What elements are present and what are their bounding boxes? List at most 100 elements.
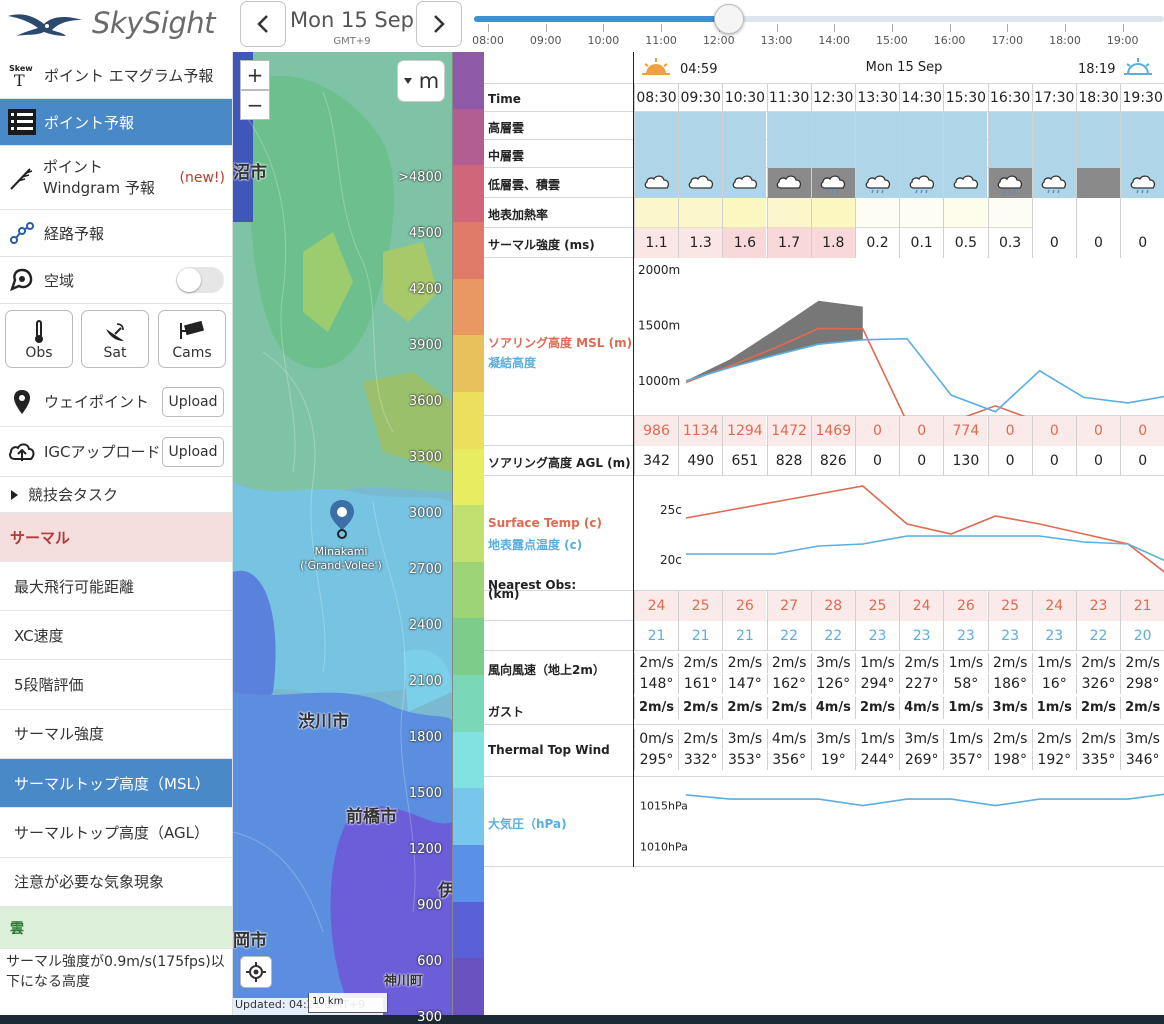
y-axis-label: 25c xyxy=(660,503,682,517)
soaring-msl-cell: 1294 xyxy=(722,416,767,446)
gust-cell: 2m/s xyxy=(722,697,766,719)
sidebar-item-windgram[interactable]: ポイント Windgram 予報 (new!) xyxy=(0,146,232,210)
timeline-tick-label[interactable]: 11:00 xyxy=(641,34,681,47)
heating-cell xyxy=(1031,198,1076,228)
timeline-tick-label[interactable]: 08:00 xyxy=(468,34,508,47)
soaring-msl-values-row: 986 1134 1294 1472 1469 0 0 774 0 0 0 0 xyxy=(484,416,1164,446)
wind-dir-cell: 148° xyxy=(634,674,678,694)
cloud-icon xyxy=(776,175,802,189)
thermal-item[interactable]: XC速度 xyxy=(0,611,232,661)
zoom-in-button[interactable]: + xyxy=(240,60,270,90)
zoom-out-button[interactable]: − xyxy=(240,90,270,120)
sidebar-item-emagram[interactable]: Skew T ポイント エマグラム予報 xyxy=(0,52,232,99)
legend-band xyxy=(453,221,484,280)
wind-dir-cell: 16° xyxy=(1031,674,1076,694)
wind-speed-cell: 2m/s xyxy=(766,653,811,673)
thermal-item[interactable]: サーマル強度 xyxy=(0,710,232,759)
tt-wind-speed-cell: 1m/s xyxy=(855,729,899,749)
gust-cell: 1m/s xyxy=(943,697,987,719)
legend-label: 2400 xyxy=(408,618,442,633)
cams-button[interactable]: Cams xyxy=(158,310,226,368)
timeline-tick-mark xyxy=(661,24,663,32)
soaring-agl-cell: 826 xyxy=(810,446,855,476)
table-divider xyxy=(633,52,634,867)
tt-wind-speed-cell: 2m/s xyxy=(678,729,722,749)
time-cell: 09:30 xyxy=(678,84,722,112)
thermal-strength-cell: 0 xyxy=(1120,228,1164,258)
timeline-tick-label[interactable]: 16:00 xyxy=(930,34,970,47)
igc-upload-button[interactable]: Upload xyxy=(162,436,224,467)
sidebar-item-task[interactable]: 競技会タスク xyxy=(0,477,232,513)
thermal-item[interactable]: サーマルトップ高度（MSL） xyxy=(0,759,232,809)
date-label[interactable]: Mon 15 Sep xyxy=(290,8,414,32)
timeline-tick-label[interactable]: 19:00 xyxy=(1103,34,1143,47)
sat-button[interactable]: Sat xyxy=(81,310,149,368)
unit-dropdown[interactable]: m xyxy=(397,60,445,102)
sidebar-item-route[interactable]: 経路予報 xyxy=(0,210,232,257)
location-marker-icon[interactable] xyxy=(328,498,356,540)
row-label: 大気圧（hPa) xyxy=(488,817,567,831)
next-day-button[interactable] xyxy=(416,1,462,47)
legend-label: 1800 xyxy=(408,730,442,745)
thermometer-icon xyxy=(35,320,43,343)
time-slider[interactable]: 08:00 09:00 10:00 11:00 12:00 13:00 14:00 15:00… xyxy=(466,0,1164,52)
timeline-tick-label[interactable]: 15:00 xyxy=(872,34,912,47)
mid-cloud-cell xyxy=(1076,140,1120,168)
gust-cell: 2m/s xyxy=(766,697,811,719)
y-axis-label: 20c xyxy=(660,553,682,567)
timeline-tick-label[interactable]: 09:00 xyxy=(526,34,566,47)
gust-cell: 4m/s xyxy=(810,697,855,719)
obs-temp-cell: 27 xyxy=(766,591,811,621)
gust-cell: 3m/s xyxy=(987,697,1032,719)
row-label: 低層雲、積雲 xyxy=(488,178,561,192)
timeline-tick-label[interactable]: 18:00 xyxy=(1045,34,1085,47)
thermal-item[interactable]: 5段階評価 xyxy=(0,661,232,710)
soaring-msl-cell: 0 xyxy=(855,416,899,446)
previous-day-button[interactable] xyxy=(240,1,286,47)
sidebar-item-waypoint[interactable]: ウェイポイント Upload xyxy=(0,377,232,427)
thermal-strength-row: サーマル強度 (ms) 1.1 1.3 1.6 1.7 1.8 0.2 0.1 0.5 0.3 0 0… xyxy=(484,228,1164,258)
tt-wind-dir-cell: 269° xyxy=(899,750,943,770)
timeline-tick-label[interactable]: 12:00 xyxy=(699,34,739,47)
obs-button[interactable]: Obs xyxy=(5,310,73,368)
timeline-tick-label[interactable]: 13:00 xyxy=(757,34,797,47)
heating-cell xyxy=(855,198,899,228)
thermal-item[interactable]: 最大飛行可能距離 xyxy=(0,562,232,611)
timeline-tick-label[interactable]: 17:00 xyxy=(987,34,1027,47)
mid-cloud-cell xyxy=(1120,140,1164,168)
y-axis-label: 1010hPa xyxy=(640,841,688,854)
waypoint-upload-button[interactable]: Upload xyxy=(162,386,224,417)
wind-speed-cell: 2m/s xyxy=(722,653,766,673)
section-cloud[interactable]: 雲 xyxy=(0,907,232,949)
obs-dew-cell: 21 xyxy=(722,621,766,651)
sidebar-item-igc[interactable]: IGCアップロード Upload xyxy=(0,427,232,477)
row-label: 凝結高度 xyxy=(488,356,537,370)
row-label: ガスト xyxy=(488,705,525,719)
high-cloud-cell xyxy=(1120,112,1164,140)
time-cell: 08:30 xyxy=(634,84,678,112)
sidebar-item-airspace[interactable]: 空域 xyxy=(0,257,232,304)
time-cell: 13:30 xyxy=(855,84,899,112)
thermal-strength-cell: 0.2 xyxy=(855,228,899,258)
thermal-item[interactable]: サーマルトップ高度（AGL） xyxy=(0,809,232,858)
time-slider-handle[interactable] xyxy=(714,4,745,34)
timeline-tick-label[interactable]: 14:00 xyxy=(814,34,854,47)
sunrise-time: 04:59 xyxy=(680,62,718,77)
sidebar-item-point-forecast[interactable]: ポイント予報 xyxy=(0,99,232,146)
timeline-tick-mark xyxy=(545,24,547,32)
timeline-tick-label[interactable]: 10:00 xyxy=(583,34,623,47)
obs-temp-cell: 23 xyxy=(1076,591,1120,621)
header: SkySight Mon 15 Sep GMT+9 08:00 09:00 10:0… xyxy=(0,0,1164,52)
sat-label: Sat xyxy=(103,345,127,361)
section-thermal[interactable]: サーマル xyxy=(0,513,232,562)
soaring-agl-cell: 0 xyxy=(1031,446,1076,476)
locate-button[interactable] xyxy=(240,956,272,988)
mid-cloud-cell xyxy=(987,140,1032,168)
tt-wind-dir-cell: 198° xyxy=(987,750,1032,770)
airspace-toggle[interactable] xyxy=(176,267,224,293)
thermal-item[interactable]: 注意が必要な気象現象 xyxy=(0,858,232,907)
heating-cell xyxy=(899,198,944,228)
legend-label: 3000 xyxy=(408,506,442,521)
soaring-msl-cell: 0 xyxy=(1076,416,1120,446)
chart-svg: 25c 20c xyxy=(660,485,1164,573)
